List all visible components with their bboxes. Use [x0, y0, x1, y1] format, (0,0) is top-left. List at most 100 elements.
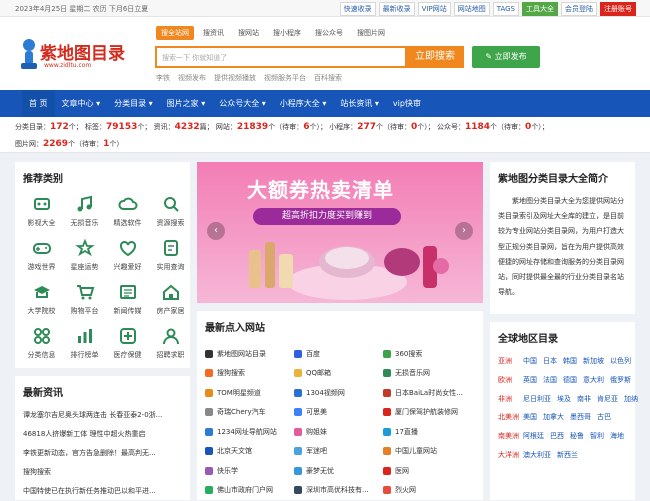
site-link[interactable]: 日本BaiLa时尚女性... — [383, 383, 472, 403]
country-link[interactable]: 埃及 — [557, 395, 571, 403]
country-link[interactable]: 新加坡 — [583, 357, 604, 365]
top-link-login[interactable]: 会员登陆 — [561, 2, 597, 16]
country-link[interactable]: 秘鲁 — [570, 432, 584, 440]
category-item[interactable]: 购物平台 — [63, 276, 106, 320]
country-link[interactable]: 以色列 — [610, 357, 631, 365]
top-link-vip[interactable]: VIP网站 — [417, 2, 451, 16]
top-link-register[interactable]: 注册账号 — [600, 2, 636, 16]
site-link[interactable]: 1234网址导航网站 — [205, 422, 294, 442]
top-link-latest[interactable]: 最新收录 — [378, 2, 415, 16]
search-tab-official[interactable]: 搜公众号 — [310, 26, 348, 40]
hot-link[interactable]: 视频服务平台 — [264, 73, 306, 83]
region-name[interactable]: 北美洲 — [498, 408, 522, 427]
nav-miniapps[interactable]: 小程序大全 ▾ — [273, 90, 334, 117]
site-logo[interactable]: 紫地图目录 www.zidltu.com — [18, 37, 125, 75]
nav-home[interactable]: 首 页 — [22, 90, 55, 117]
hot-link[interactable]: 李铁 — [156, 73, 170, 83]
country-link[interactable]: 日本 — [543, 357, 557, 365]
region-name[interactable]: 欧洲 — [498, 371, 522, 390]
nav-official-accounts[interactable]: 公众号大全 ▾ — [212, 90, 273, 117]
nav-webmaster-news[interactable]: 站长资讯 ▾ — [333, 90, 386, 117]
promo-banner[interactable]: 大额券热卖清单 超高折扣力度买到赚到 ‹ › — [197, 162, 483, 303]
search-tab-miniapp[interactable]: 搜小程序 — [268, 26, 306, 40]
site-link[interactable]: 购姐妹 — [294, 422, 383, 442]
category-item[interactable]: 招聘求职 — [149, 320, 192, 364]
country-link[interactable]: 法国 — [543, 376, 557, 384]
category-item[interactable]: 分类信息 — [20, 320, 63, 364]
site-link[interactable]: 百度 — [294, 344, 383, 364]
search-tab-sites[interactable]: 搜网站 — [233, 26, 264, 40]
region-name[interactable]: 亚洲 — [498, 352, 522, 371]
banner-next-button[interactable]: › — [455, 222, 473, 240]
country-link[interactable]: 加纳 — [624, 395, 638, 403]
country-link[interactable]: 南非 — [577, 395, 591, 403]
category-item[interactable]: 医疗保健 — [106, 320, 149, 364]
site-link[interactable]: 医网 — [383, 461, 472, 481]
country-link[interactable]: 肯尼亚 — [597, 395, 618, 403]
site-link[interactable]: 奇瑞Chery汽车 — [205, 403, 294, 423]
country-link[interactable]: 意大利 — [583, 376, 604, 384]
news-item[interactable]: 谭龙塞尔吉尼奥头球两连击 长春亚泰2-0浙... — [23, 406, 188, 425]
hot-link[interactable]: 百科搜索 — [314, 73, 342, 83]
news-item[interactable]: 李铁更新动态，官方告急删除！最高判无... — [23, 444, 188, 463]
search-tab-all[interactable]: 搜全站网 — [156, 26, 194, 40]
site-link[interactable]: 紫地图网站目录 — [205, 344, 294, 364]
site-link[interactable]: 军迷吧 — [294, 442, 383, 462]
site-link[interactable]: 烈火网 — [383, 481, 472, 501]
category-item[interactable]: 精选软件 — [106, 188, 149, 232]
site-link[interactable]: 深圳市高优科技有... — [294, 481, 383, 501]
top-link-tags[interactable]: TAGS — [492, 2, 519, 16]
country-link[interactable]: 巴西 — [550, 432, 564, 440]
country-link[interactable]: 海地 — [610, 432, 624, 440]
country-link[interactable]: 澳大利亚 — [523, 451, 551, 459]
country-link[interactable]: 中国 — [523, 357, 537, 365]
category-item[interactable]: 大学院校 — [20, 276, 63, 320]
site-link[interactable]: 360搜索 — [383, 344, 472, 364]
site-link[interactable]: QQ邮箱 — [294, 364, 383, 384]
country-link[interactable]: 阿根廷 — [523, 432, 544, 440]
country-link[interactable]: 尼日利亚 — [523, 395, 551, 403]
category-item[interactable]: 星座运势 — [63, 232, 106, 276]
site-link[interactable]: 无损音乐网 — [383, 364, 472, 384]
search-input[interactable]: 搜索一下 你就知道了 — [155, 46, 407, 68]
site-link[interactable]: TOM明星频道 — [205, 383, 294, 403]
news-item[interactable]: 中国特使已在执行新任务推动巴以和平进... — [23, 482, 188, 501]
hot-link[interactable]: 视频发布 — [178, 73, 206, 83]
search-tab-images[interactable]: 搜图片网 — [352, 26, 390, 40]
site-link[interactable]: 厦门保驾护航装修网 — [383, 403, 472, 423]
country-link[interactable]: 古巴 — [597, 413, 611, 421]
top-link-tools[interactable]: 工具大全 — [522, 2, 558, 16]
site-link[interactable]: 佛山市政府门户网 — [205, 481, 294, 501]
site-link[interactable]: 北京天文馆 — [205, 442, 294, 462]
publish-button[interactable]: ✎ 立即发布 — [472, 46, 540, 68]
country-link[interactable]: 智利 — [590, 432, 604, 440]
country-link[interactable]: 美国 — [523, 413, 537, 421]
category-item[interactable]: 排行榜单 — [63, 320, 106, 364]
category-item[interactable]: 新闻传媒 — [106, 276, 149, 320]
site-link[interactable]: 中国儿童网站 — [383, 442, 472, 462]
news-item[interactable]: 搜狗搜索 — [23, 463, 188, 482]
top-link-quick-submit[interactable]: 快速收录 — [339, 2, 376, 16]
region-name[interactable]: 非洲 — [498, 390, 522, 409]
news-item[interactable]: 46818人挤爆新工体 理性中超火热重启 — [23, 425, 188, 444]
site-link[interactable]: 搜狗搜索 — [205, 364, 294, 384]
search-tab-news[interactable]: 搜资讯 — [198, 26, 229, 40]
category-item[interactable]: 游戏世界 — [20, 232, 63, 276]
country-link[interactable]: 俄罗斯 — [610, 376, 631, 384]
banner-prev-button[interactable]: ‹ — [207, 222, 225, 240]
search-button[interactable]: 立即搜索 — [406, 46, 464, 68]
country-link[interactable]: 新西兰 — [557, 451, 578, 459]
region-name[interactable]: 大洋洲 — [498, 446, 522, 465]
hot-link[interactable]: 提供视频播放 — [214, 73, 256, 83]
site-link[interactable]: 17直播 — [383, 422, 472, 442]
site-link[interactable]: 1304视频网 — [294, 383, 383, 403]
site-link[interactable]: 可思美 — [294, 403, 383, 423]
country-link[interactable]: 加拿大 — [543, 413, 564, 421]
country-link[interactable]: 英国 — [523, 376, 537, 384]
category-item[interactable]: 兴趣爱好 — [106, 232, 149, 276]
top-link-sitemap[interactable]: 网站地图 — [453, 2, 490, 16]
category-item[interactable]: 实用查询 — [149, 232, 192, 276]
nav-vip-review[interactable]: vip快审 — [386, 90, 428, 117]
category-item[interactable]: 无损音乐 — [63, 188, 106, 232]
site-link[interactable]: 豪梦无忧 — [294, 461, 383, 481]
